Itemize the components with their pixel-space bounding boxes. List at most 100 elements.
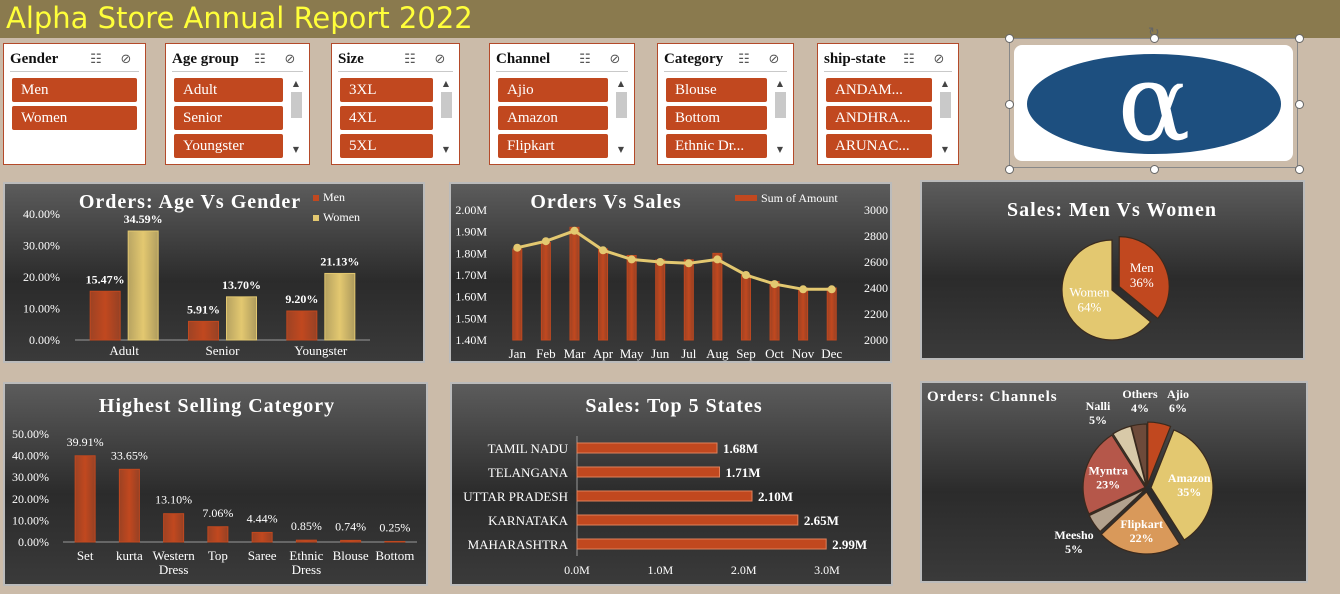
slicer-item-ethnic-dr[interactable]: Ethnic Dr...: [666, 134, 767, 158]
bar-uttar-pradesh[interactable]: [576, 490, 753, 502]
orders-point[interactable]: [799, 285, 808, 294]
slicer-item-5xl[interactable]: 5XL: [340, 134, 433, 158]
multi-select-icon[interactable]: ☷: [735, 52, 753, 68]
bar-sales-apr[interactable]: [598, 248, 609, 341]
scrollbar[interactable]: ▲ ▼: [773, 78, 787, 156]
orders-point[interactable]: [599, 246, 608, 255]
bar-sales-jul[interactable]: [683, 259, 694, 341]
bar-men-senior[interactable]: [188, 320, 219, 341]
scroll-down-icon[interactable]: ▼: [938, 144, 952, 156]
slicer-item-adult[interactable]: Adult: [174, 78, 283, 102]
clear-filter-icon[interactable]: ⊘: [606, 52, 624, 68]
bar-telangana[interactable]: [576, 466, 720, 478]
scroll-down-icon[interactable]: ▼: [289, 144, 303, 156]
multi-select-icon[interactable]: ☷: [251, 52, 269, 68]
bar-sales-jan[interactable]: [512, 248, 523, 341]
scroll-thumb[interactable]: [616, 92, 627, 118]
scroll-up-icon[interactable]: ▲: [614, 78, 628, 90]
bar-sales-dec[interactable]: [826, 287, 837, 341]
bar-women-senior[interactable]: [226, 296, 257, 341]
bar-men-adult[interactable]: [89, 290, 121, 341]
bar-maharashtra[interactable]: [576, 538, 827, 550]
slicer-item-amazon[interactable]: Amazon: [498, 106, 608, 130]
scrollbar[interactable]: ▲ ▼: [938, 78, 952, 156]
orders-point[interactable]: [684, 259, 693, 268]
clear-filter-icon[interactable]: ⊘: [765, 52, 783, 68]
bar-blouse[interactable]: [340, 539, 362, 543]
scroll-up-icon[interactable]: ▲: [439, 78, 453, 90]
scroll-up-icon[interactable]: ▲: [289, 78, 303, 90]
resize-handle[interactable]: [1150, 34, 1159, 43]
scroll-thumb[interactable]: [940, 92, 951, 118]
orders-point[interactable]: [541, 237, 550, 246]
orders-line[interactable]: [516, 229, 832, 291]
bar-bottom[interactable]: [384, 540, 406, 543]
orders-point[interactable]: [741, 271, 750, 279]
bar-sales-may[interactable]: [626, 255, 637, 341]
orders-point[interactable]: [627, 255, 636, 264]
orders-point[interactable]: [713, 255, 722, 264]
bar-sales-feb[interactable]: [540, 242, 551, 341]
resize-handle[interactable]: [1295, 34, 1304, 43]
clear-filter-icon[interactable]: ⊘: [281, 52, 299, 68]
scroll-up-icon[interactable]: ▲: [773, 78, 787, 90]
slicer-item-senior[interactable]: Senior: [174, 106, 283, 130]
bar-western-dress[interactable]: [163, 513, 185, 543]
resize-handle[interactable]: [1005, 34, 1014, 43]
clear-filter-icon[interactable]: ⊘: [117, 52, 135, 68]
scroll-thumb[interactable]: [291, 92, 302, 118]
bar-sales-mar[interactable]: [569, 226, 580, 341]
slicer-item-youngster[interactable]: Youngster: [174, 134, 283, 158]
orders-point[interactable]: [570, 226, 579, 235]
slicer-item-4xl[interactable]: 4XL: [340, 106, 433, 130]
bar-sales-aug[interactable]: [712, 252, 723, 341]
bar-kurta[interactable]: [118, 468, 140, 543]
multi-select-icon[interactable]: ☷: [401, 52, 419, 68]
slicer-item-bottom[interactable]: Bottom: [666, 106, 767, 130]
bar-tamil-nadu[interactable]: [576, 442, 718, 454]
slicer-item-men[interactable]: Men: [12, 78, 137, 102]
bar-ethnic-dress[interactable]: [295, 539, 317, 543]
orders-point[interactable]: [770, 280, 779, 289]
scroll-down-icon[interactable]: ▼: [614, 144, 628, 156]
bar-sales-jun[interactable]: [655, 259, 666, 341]
bar-sales-oct[interactable]: [769, 281, 780, 341]
bar-top[interactable]: [207, 526, 229, 543]
resize-handle[interactable]: [1295, 100, 1304, 109]
resize-handle[interactable]: [1150, 165, 1159, 174]
scroll-thumb[interactable]: [441, 92, 452, 118]
bar-women-youngster[interactable]: [324, 272, 356, 341]
resize-handle[interactable]: [1005, 165, 1014, 174]
slicer-item-andhra[interactable]: ANDHRA...: [826, 106, 932, 130]
slicer-item-women[interactable]: Women: [12, 106, 137, 130]
slicer-item-ajio[interactable]: Ajio: [498, 78, 608, 102]
bar-karnataka[interactable]: [576, 514, 799, 526]
resize-handle[interactable]: [1295, 165, 1304, 174]
bar-sales-nov[interactable]: [798, 287, 809, 341]
scroll-up-icon[interactable]: ▲: [938, 78, 952, 90]
scroll-down-icon[interactable]: ▼: [439, 144, 453, 156]
multi-select-icon[interactable]: ☷: [900, 52, 918, 68]
slicer-item-andam[interactable]: ANDAM...: [826, 78, 932, 102]
slicer-item-3xl[interactable]: 3XL: [340, 78, 433, 102]
clear-filter-icon[interactable]: ⊘: [930, 52, 948, 68]
slicer-item-blouse[interactable]: Blouse: [666, 78, 767, 102]
scrollbar[interactable]: ▲ ▼: [289, 78, 303, 156]
orders-point[interactable]: [827, 285, 836, 294]
bar-sales-sep[interactable]: [740, 274, 751, 341]
orders-point[interactable]: [513, 243, 522, 252]
slicer-item-arunac[interactable]: ARUNAC...: [826, 134, 932, 158]
bar-women-adult[interactable]: [127, 230, 159, 341]
multi-select-icon[interactable]: ☷: [87, 52, 105, 68]
scrollbar[interactable]: ▲ ▼: [439, 78, 453, 156]
orders-point[interactable]: [656, 258, 665, 266]
resize-handle[interactable]: [1005, 100, 1014, 109]
clear-filter-icon[interactable]: ⊘: [431, 52, 449, 68]
bar-saree[interactable]: [251, 531, 273, 543]
scroll-thumb[interactable]: [775, 92, 786, 118]
scroll-down-icon[interactable]: ▼: [773, 144, 787, 156]
bar-men-youngster[interactable]: [286, 310, 318, 341]
slicer-item-flipkart[interactable]: Flipkart: [498, 134, 608, 158]
multi-select-icon[interactable]: ☷: [576, 52, 594, 68]
bar-set[interactable]: [74, 455, 96, 543]
